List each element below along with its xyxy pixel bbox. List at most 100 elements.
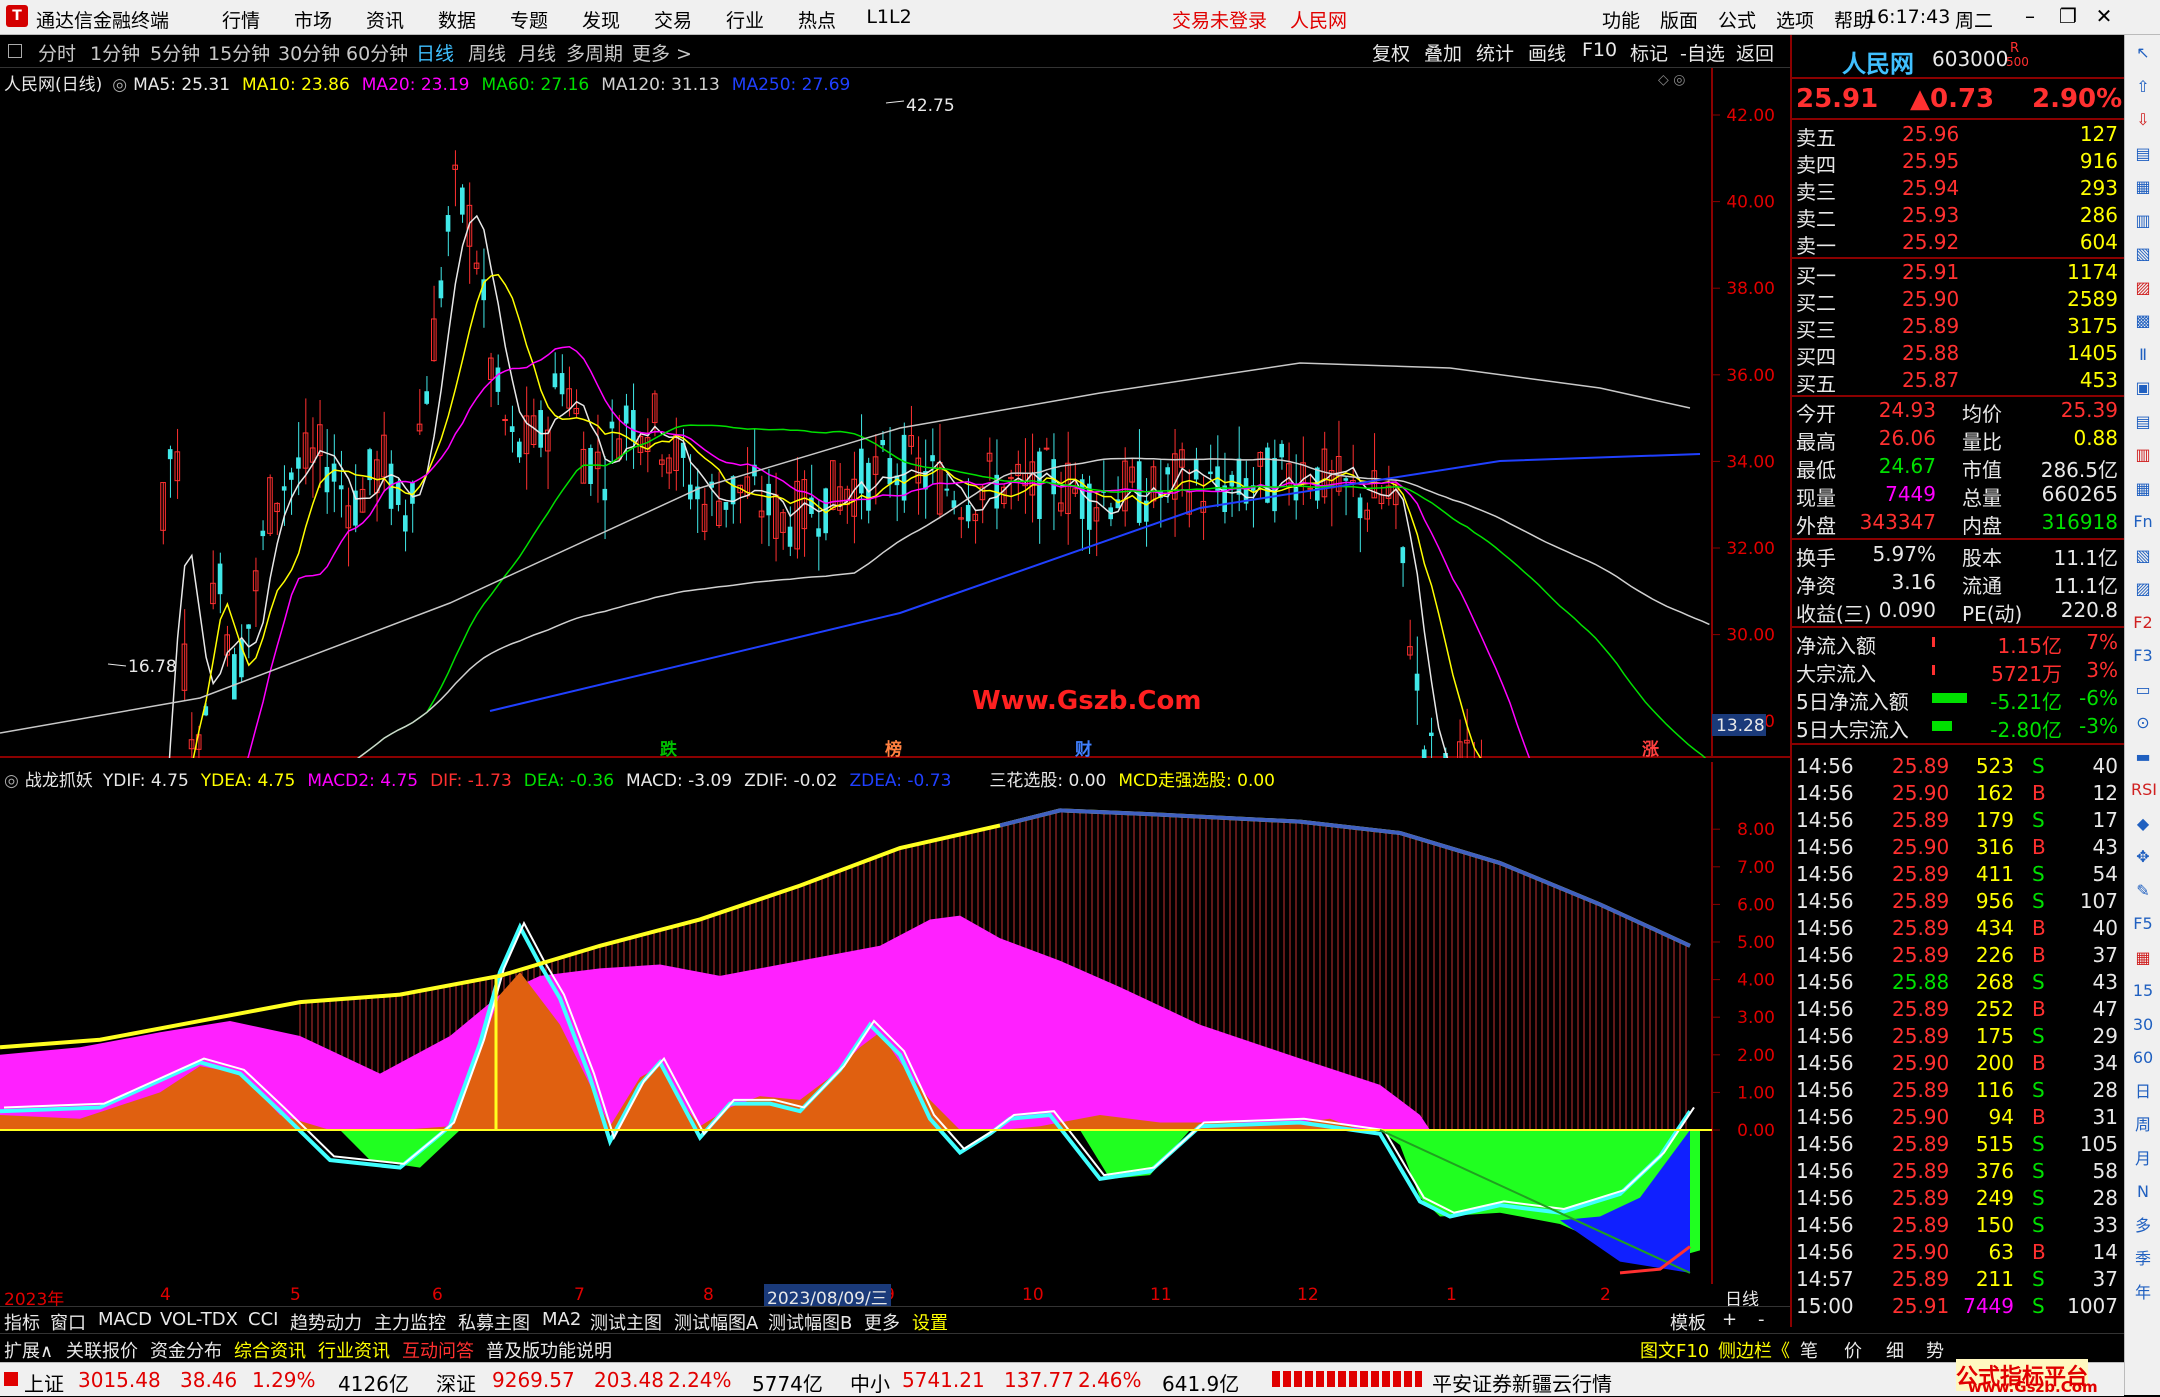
chart-tool-7[interactable]: 返回 — [1736, 39, 1774, 66]
side-tab-2[interactable]: 笔 — [1800, 1337, 1818, 1363]
period-tab-3[interactable]: 15分钟 — [208, 39, 270, 66]
indicator-tab-10[interactable]: 测试幅图A — [674, 1309, 758, 1335]
indicator-tab-13[interactable]: 设置 — [912, 1309, 948, 1335]
side-tool-icon[interactable]: ⇩ — [2131, 108, 2155, 132]
expand-icon[interactable]: ◎ — [4, 771, 19, 791]
side-tool-icon[interactable]: ▨ — [2131, 577, 2155, 601]
side-tool-icon[interactable]: ↖ — [2131, 41, 2155, 65]
period-tab-9[interactable]: 多周期 — [566, 39, 623, 66]
current-stock-link[interactable]: 人民网 — [1290, 6, 1347, 33]
menu-item-7[interactable]: 行业 — [709, 6, 781, 33]
info-tab-5[interactable]: 互动问答 — [402, 1337, 474, 1363]
side-tool-icon[interactable]: ▦ — [2131, 175, 2155, 199]
menu-item-5[interactable]: 发现 — [565, 6, 637, 33]
side-tool-icon[interactable]: Fn — [2131, 510, 2155, 534]
side-tool-icon[interactable]: 15 — [2131, 979, 2155, 1003]
chart-tool-0[interactable]: 复权 — [1372, 39, 1410, 66]
side-tab-3[interactable]: 价 — [1844, 1337, 1862, 1363]
side-tool-icon[interactable]: ▦ — [2131, 946, 2155, 970]
side-tool-icon[interactable]: 月 — [2131, 1147, 2155, 1171]
side-tool-icon[interactable]: ▧ — [2131, 242, 2155, 266]
minimize-icon[interactable]: – — [2012, 4, 2048, 28]
restore-icon[interactable]: ❐ — [2050, 4, 2086, 28]
side-tool-icon[interactable]: ⇧ — [2131, 75, 2155, 99]
indicator-tab-4[interactable]: CCI — [248, 1309, 278, 1330]
template-control-1[interactable]: + — [1722, 1309, 1737, 1330]
right-menu-item-3[interactable]: 选项 — [1766, 6, 1824, 33]
side-tool-icon[interactable]: ▧ — [2131, 544, 2155, 568]
period-tab-4[interactable]: 30分钟 — [278, 39, 340, 66]
indicator-tab-12[interactable]: 更多 — [864, 1309, 900, 1335]
chart-tool-1[interactable]: 叠加 — [1424, 39, 1462, 66]
event-marker-2[interactable]: 财 — [1074, 739, 1092, 758]
chart-tool-4[interactable]: F10 — [1582, 39, 1617, 61]
side-tab-1[interactable]: 侧边栏《 — [1718, 1337, 1790, 1363]
chart-tool-2[interactable]: 统计 — [1476, 39, 1514, 66]
period-tab-0[interactable]: 分时 — [38, 39, 76, 66]
side-tool-icon[interactable]: 30 — [2131, 1013, 2155, 1037]
candlestick-chart[interactable]: 42.0040.0038.0036.0034.0032.0030.0028.00… — [0, 68, 1790, 758]
template-control-2[interactable]: - — [1758, 1309, 1765, 1330]
side-tool-icon[interactable]: 多 — [2131, 1214, 2155, 1238]
side-tool-icon[interactable]: F5 — [2131, 912, 2155, 936]
template-control-0[interactable]: 模板 — [1670, 1309, 1706, 1335]
info-tab-2[interactable]: 资金分布 — [150, 1337, 222, 1363]
right-menu-item-0[interactable]: 功能 — [1592, 6, 1650, 33]
side-tool-icon[interactable]: 季 — [2131, 1247, 2155, 1271]
side-tool-icon[interactable]: 日 — [2131, 1080, 2155, 1104]
chart-tool-3[interactable]: 画线 — [1528, 39, 1566, 66]
menu-item-9[interactable]: L1L2 — [853, 6, 925, 33]
indicator-tab-8[interactable]: MA2 — [542, 1309, 581, 1330]
menu-item-4[interactable]: 专题 — [493, 6, 565, 33]
expand-icon[interactable]: ◎ — [112, 75, 127, 95]
side-tool-icon[interactable]: N — [2131, 1180, 2155, 1204]
info-tab-6[interactable]: 普及版功能说明 — [486, 1337, 612, 1363]
period-tab-8[interactable]: 月线 — [518, 39, 556, 66]
side-tool-icon[interactable]: ▤ — [2131, 142, 2155, 166]
side-tool-icon[interactable]: Ⅱ — [2131, 343, 2155, 367]
period-tab-2[interactable]: 5分钟 — [150, 39, 200, 66]
menu-item-8[interactable]: 热点 — [781, 6, 853, 33]
side-tool-icon[interactable]: ▭ — [2131, 678, 2155, 702]
side-tool-icon[interactable]: ▥ — [2131, 443, 2155, 467]
close-icon[interactable]: ✕ — [2086, 4, 2122, 28]
trade-login-alert[interactable]: 交易未登录 — [1172, 6, 1267, 33]
indicator-tab-1[interactable]: 窗口 — [50, 1309, 86, 1335]
side-tab-4[interactable]: 细 — [1886, 1337, 1904, 1363]
side-tab-0[interactable]: 图文F10 — [1640, 1337, 1709, 1363]
info-tab-0[interactable]: 扩展∧ — [4, 1337, 53, 1363]
side-tool-icon[interactable]: ✎ — [2131, 879, 2155, 903]
side-tool-icon[interactable]: RSI — [2131, 778, 2157, 802]
side-tool-icon[interactable]: ▬ — [2131, 745, 2155, 769]
side-tool-icon[interactable]: ▩ — [2131, 309, 2155, 333]
side-tool-icon[interactable]: F3 — [2131, 644, 2155, 668]
chart-tool-5[interactable]: 标记 — [1630, 39, 1668, 66]
indicator-tab-6[interactable]: 主力监控 — [374, 1309, 446, 1335]
event-marker-0[interactable]: 跌 — [660, 740, 678, 758]
info-tab-1[interactable]: 关联报价 — [66, 1337, 138, 1363]
info-tab-4[interactable]: 行业资讯 — [318, 1337, 390, 1363]
period-tab-10[interactable]: 更多 > — [632, 39, 692, 66]
period-tab-1[interactable]: 1分钟 — [90, 39, 140, 66]
indicator-tab-2[interactable]: MACD — [98, 1309, 152, 1330]
indicator-tab-0[interactable]: 指标 — [4, 1309, 40, 1335]
menu-item-0[interactable]: 行情 — [205, 6, 277, 33]
indicator-tab-11[interactable]: 测试幅图B — [768, 1309, 852, 1335]
side-tool-icon[interactable]: ✥ — [2131, 845, 2155, 869]
indicator-chart[interactable]: 8.00 7.00 6.00 5.00 4.00 3.00 2.00 1.00 0.00 — [0, 762, 1790, 1284]
side-tool-icon[interactable]: ▨ — [2131, 276, 2155, 300]
indicator-tab-9[interactable]: 测试主图 — [590, 1309, 662, 1335]
side-tab-5[interactable]: 势 — [1926, 1337, 1944, 1363]
side-tool-icon[interactable]: ▥ — [2131, 209, 2155, 233]
menu-item-6[interactable]: 交易 — [637, 6, 709, 33]
period-tab-5[interactable]: 60分钟 — [346, 39, 408, 66]
chart-tool-6[interactable]: -自选 — [1680, 39, 1725, 66]
side-tool-icon[interactable]: 年 — [2131, 1281, 2155, 1305]
side-tool-icon[interactable]: 周 — [2131, 1113, 2155, 1137]
side-tool-icon[interactable]: ▣ — [2131, 376, 2155, 400]
event-marker-3[interactable]: 涨 — [1642, 740, 1659, 758]
side-tool-icon[interactable]: ▦ — [2131, 477, 2155, 501]
indicator-tab-3[interactable]: VOL-TDX — [160, 1309, 238, 1330]
info-tab-3[interactable]: 综合资讯 — [234, 1337, 306, 1363]
side-tool-icon[interactable]: F2 — [2131, 611, 2155, 635]
